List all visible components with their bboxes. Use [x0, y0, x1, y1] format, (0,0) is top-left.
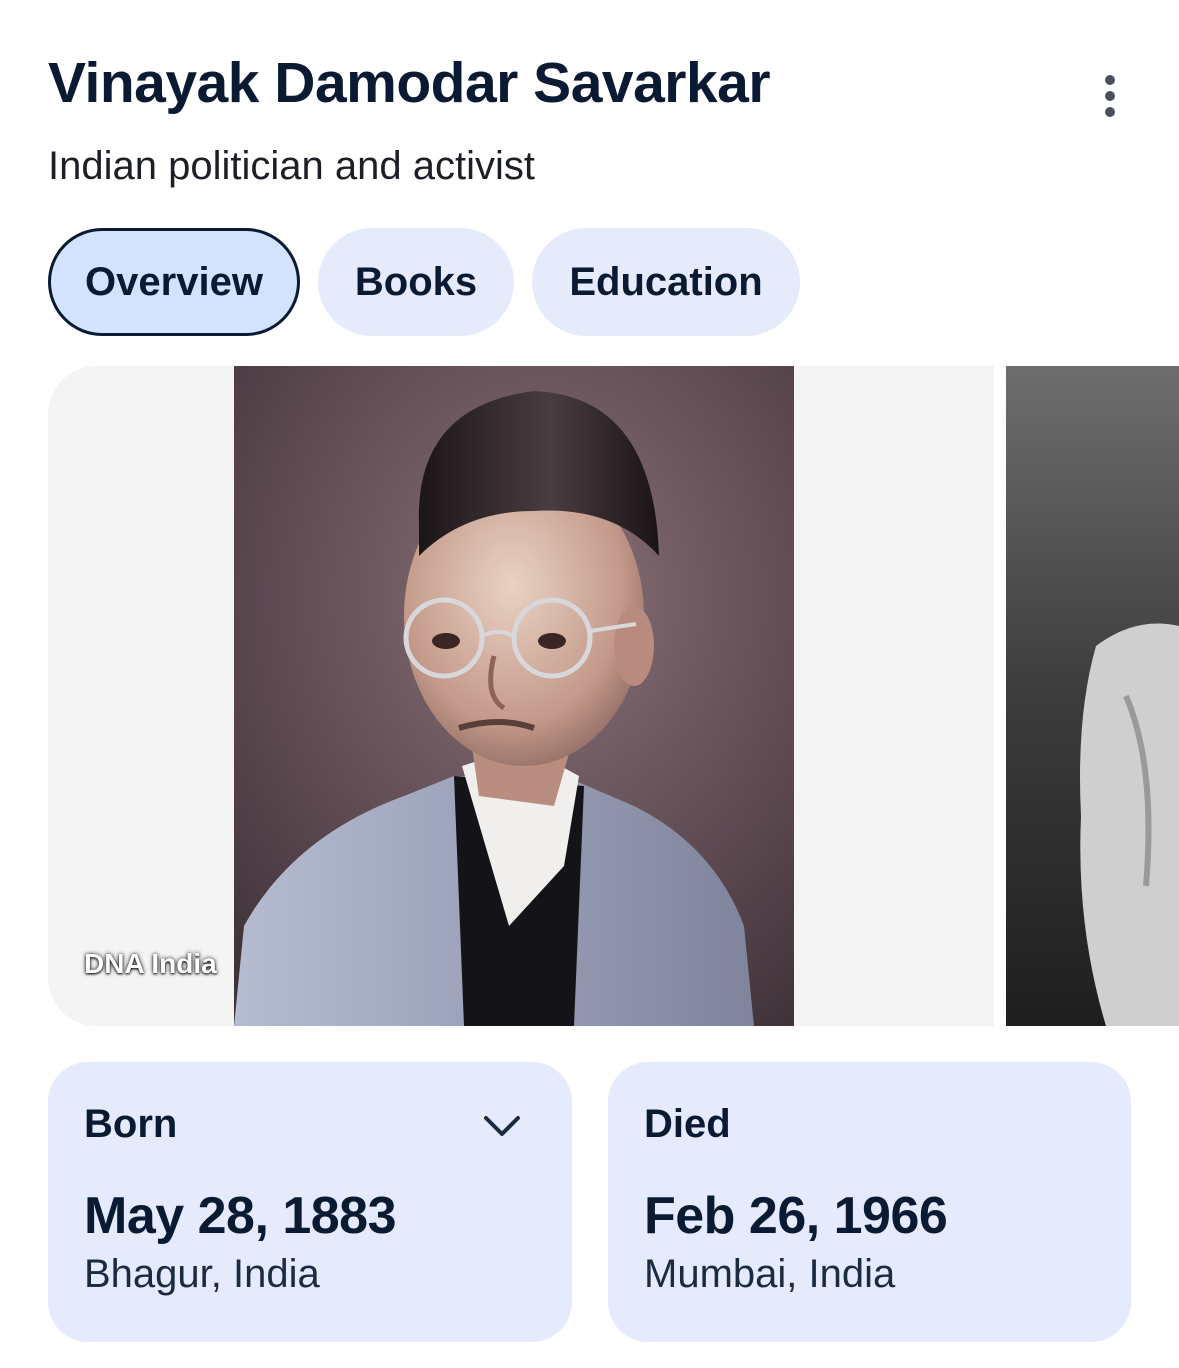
- page-subtitle: Indian politician and activist: [48, 144, 535, 188]
- born-date: May 28, 1883: [84, 1187, 397, 1245]
- portrait-image: [234, 366, 794, 1026]
- gallery-image-1[interactable]: DNA India: [48, 366, 994, 1026]
- image-gallery: DNA India: [48, 366, 1179, 1026]
- tab-overview[interactable]: Overview: [48, 228, 300, 336]
- photo-image: [1006, 366, 1179, 1026]
- born-card[interactable]: Born May 28, 1883 Bhagur, India: [48, 1062, 572, 1342]
- died-date: Feb 26, 1966: [644, 1187, 948, 1245]
- image-source-caption: DNA India: [84, 948, 217, 979]
- died-place: Mumbai, India: [644, 1252, 896, 1296]
- born-place: Bhagur, India: [84, 1252, 320, 1296]
- tab-education[interactable]: Education: [532, 228, 800, 336]
- tab-books[interactable]: Books: [318, 228, 514, 336]
- more-vert-icon: [1105, 75, 1115, 117]
- page-title: Vinayak Damodar Savarkar: [48, 51, 771, 115]
- more-options-button[interactable]: [1086, 72, 1134, 120]
- gallery-image-2[interactable]: [1006, 366, 1179, 1026]
- died-label: Died: [644, 1102, 731, 1146]
- born-label: Born: [84, 1102, 178, 1146]
- chevron-down-icon[interactable]: [482, 1112, 522, 1140]
- died-card[interactable]: Died Feb 26, 1966 Mumbai, India: [608, 1062, 1131, 1342]
